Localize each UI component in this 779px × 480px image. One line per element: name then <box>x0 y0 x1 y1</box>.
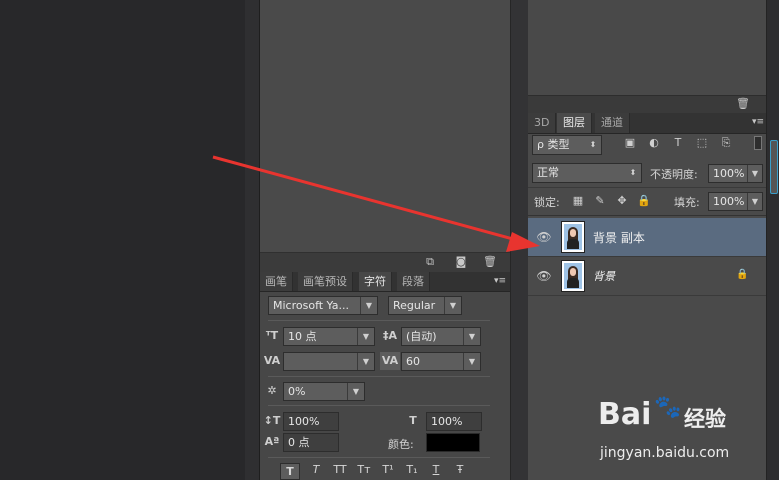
watermark-brand: Bai <box>598 397 652 432</box>
watermark-url: jingyan.baidu.com <box>600 445 730 461</box>
baidu-watermark: Bai 🐾 经验 jingyan.baidu.com <box>598 395 778 465</box>
paw-icon: 🐾 <box>654 395 682 420</box>
watermark-brand-cn: 经验 <box>684 407 726 431</box>
